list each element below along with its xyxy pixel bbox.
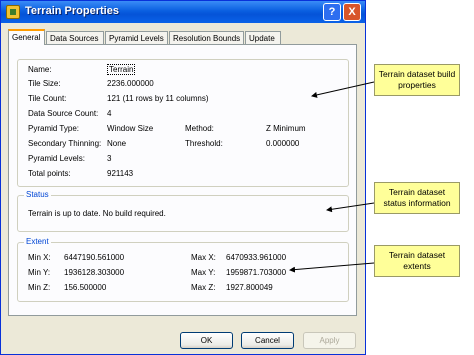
method-value: Z Minimum [266, 124, 306, 133]
total-points-label: Total points: [28, 169, 71, 178]
total-points-value: 921143 [107, 169, 134, 178]
secondary-thinning-value: None [107, 139, 127, 148]
pyramid-levels-label: Pyramid Levels: [28, 154, 85, 163]
min-x-value: 6447190.561000 [64, 253, 125, 262]
status-group: Status Terrain is up to date. No build r… [17, 190, 349, 232]
status-information-callout: Terrain dataset status information [374, 182, 460, 214]
properties-group: Name: Terrain Tile Size: 2236.000000 Til… [17, 59, 349, 187]
method-label: Method: [185, 124, 214, 133]
max-y-value: 1959871.703000 [226, 268, 287, 277]
build-properties-callout: Terrain dataset build properties [374, 64, 460, 96]
help-button[interactable]: ? [323, 3, 341, 21]
tile-size-value: 2236.000000 [107, 79, 154, 88]
cancel-button[interactable]: Cancel [241, 332, 294, 349]
pyramid-type-label: Pyramid Type: [28, 124, 79, 133]
tile-count-value: 121 (11 rows by 11 columns) [107, 94, 209, 103]
min-y-value: 1936128.303000 [64, 268, 125, 277]
data-source-count-value: 4 [107, 109, 112, 118]
extent-group-title: Extent [24, 237, 51, 246]
status-message: Terrain is up to date. No build required… [28, 209, 166, 218]
tab-general[interactable]: General [8, 29, 45, 45]
min-z-label: Min Z: [28, 283, 51, 292]
tab-data-sources[interactable]: Data Sources [46, 31, 104, 45]
threshold-label: Threshold: [185, 139, 223, 148]
extent-group: Extent Min X: 6447190.561000 Max X: 6470… [17, 237, 349, 302]
tab-update[interactable]: Update [245, 31, 281, 45]
pyramid-type-value: Window Size [107, 124, 154, 133]
pyramid-levels-value: 3 [107, 154, 112, 163]
apply-button[interactable]: Apply [303, 332, 356, 349]
terrain-dataset-icon [6, 5, 20, 19]
extents-callout: Terrain dataset extents [374, 245, 460, 277]
window-title: Terrain Properties [25, 5, 119, 17]
data-source-count-label: Data Source Count: [28, 109, 99, 118]
name-value[interactable]: Terrain [107, 64, 136, 75]
max-z-label: Max Z: [191, 283, 216, 292]
max-y-label: Max Y: [191, 268, 216, 277]
tile-count-label: Tile Count: [28, 94, 67, 103]
status-group-title: Status [24, 190, 51, 199]
tile-size-label: Tile Size: [28, 79, 61, 88]
general-tab-panel: Name: Terrain Tile Size: 2236.000000 Til… [8, 44, 357, 316]
max-x-value: 6470933.961000 [226, 253, 287, 262]
secondary-thinning-label: Secondary Thinning: [28, 139, 102, 148]
close-button[interactable]: X [343, 3, 361, 21]
name-label: Name: [28, 65, 52, 74]
terrain-properties-dialog: Terrain Properties ? X General Data Sour… [0, 0, 366, 355]
min-y-label: Min Y: [28, 268, 51, 277]
title-bar[interactable]: Terrain Properties ? X [1, 1, 365, 23]
min-x-label: Min X: [28, 253, 51, 262]
ok-button[interactable]: OK [180, 332, 233, 349]
threshold-value: 0.000000 [266, 139, 300, 148]
tab-resolution-bounds[interactable]: Resolution Bounds [169, 31, 244, 45]
max-x-label: Max X: [191, 253, 216, 262]
max-z-value: 1927.800049 [226, 283, 273, 292]
tab-pyramid-levels[interactable]: Pyramid Levels [105, 31, 168, 45]
min-z-value: 156.500000 [64, 283, 107, 292]
